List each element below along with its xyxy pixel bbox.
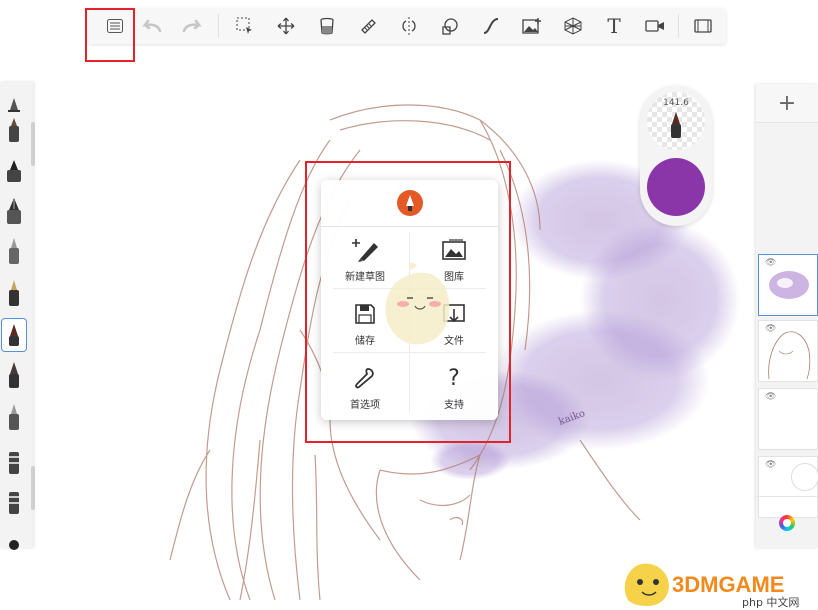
brush-12[interactable] <box>1 522 27 556</box>
shape-icon[interactable] <box>433 8 467 44</box>
visibility-eye-icon[interactable]: 👁 <box>765 258 776 268</box>
top-toolbar: T <box>88 8 726 44</box>
add-layer-button[interactable]: + <box>756 84 818 123</box>
video-icon[interactable] <box>638 8 672 44</box>
layer-panel: + 👁 👁 👁 👁 <box>756 84 818 548</box>
curve-icon[interactable] <box>474 8 508 44</box>
dock-handle-top[interactable] <box>31 122 35 166</box>
undo-icon[interactable] <box>134 8 168 44</box>
add-image-icon[interactable] <box>515 8 549 44</box>
brush-2[interactable] <box>1 114 27 148</box>
brush-6[interactable] <box>1 276 27 310</box>
fill-icon[interactable] <box>310 8 344 44</box>
current-brush-icon <box>671 112 681 138</box>
perspective-icon[interactable] <box>556 8 590 44</box>
brush-10[interactable] <box>1 444 27 478</box>
redo-icon[interactable] <box>176 8 210 44</box>
background-color-swatch[interactable] <box>791 463 818 491</box>
brush-5[interactable] <box>1 234 27 268</box>
brush-size-slider[interactable]: 141.6 <box>647 92 705 150</box>
ruler-icon[interactable] <box>351 8 385 44</box>
transform-icon[interactable] <box>269 8 303 44</box>
color-wheel-button[interactable] <box>756 496 818 549</box>
watermark: 3DMGAME php 中文网 <box>612 556 818 609</box>
symmetry-icon[interactable] <box>392 8 426 44</box>
text-icon[interactable]: T <box>597 8 631 44</box>
layer-thumbnail[interactable]: 👁 <box>758 254 818 316</box>
brush-8[interactable] <box>1 358 27 392</box>
visibility-eye-icon[interactable]: 👁 <box>765 324 776 334</box>
color-wheel-icon <box>779 515 795 531</box>
brush-7[interactable] <box>1 318 27 352</box>
layer-thumbnail[interactable]: 👁 <box>758 320 818 382</box>
brush-library <box>0 82 35 550</box>
visibility-eye-icon[interactable]: 👁 <box>765 392 776 402</box>
brush-9[interactable] <box>1 400 27 434</box>
highlight-main-menu <box>305 161 511 443</box>
layer-thumbnail[interactable]: 👁 <box>758 388 818 450</box>
brush-size-value: 141.6 <box>663 98 689 108</box>
selection-icon[interactable] <box>228 8 262 44</box>
brush-11[interactable] <box>1 484 27 518</box>
brush-3[interactable] <box>1 154 27 188</box>
visibility-eye-icon[interactable]: 👁 <box>765 460 776 470</box>
brush-puck: 141.6 <box>640 86 712 226</box>
color-swatch[interactable] <box>647 158 705 216</box>
dock-handle-bottom[interactable] <box>31 466 35 510</box>
highlight-menu-button <box>85 8 135 62</box>
layout-icon[interactable] <box>686 8 720 44</box>
brush-4[interactable] <box>1 194 27 228</box>
watermark-mascot-icon <box>624 563 669 606</box>
